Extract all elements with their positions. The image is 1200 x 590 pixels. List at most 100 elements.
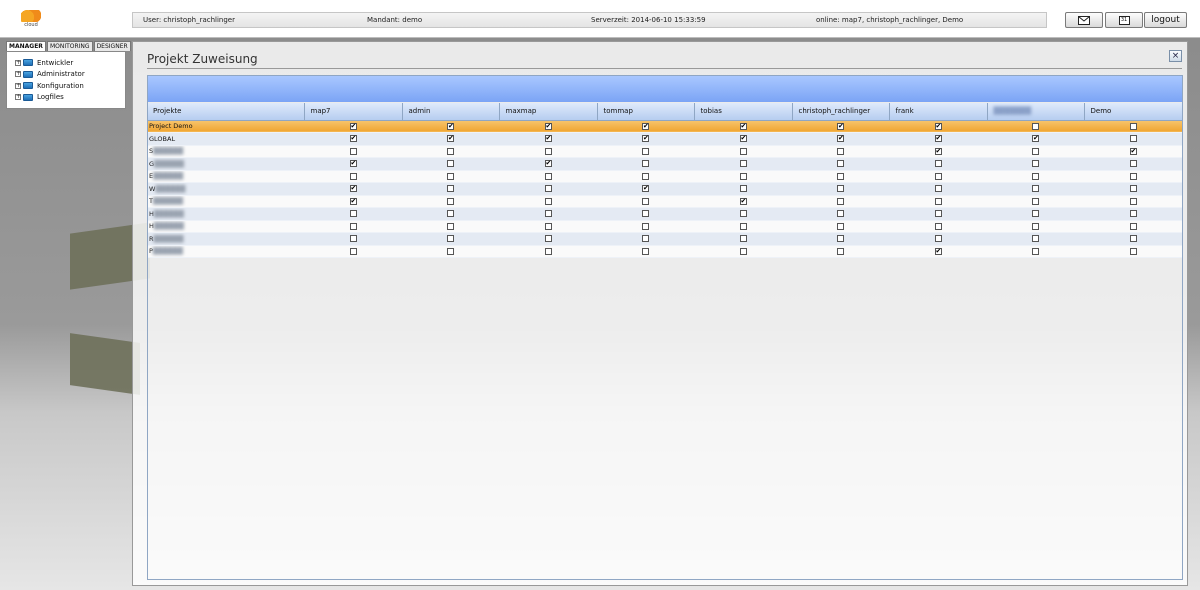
checkbox-unchecked[interactable] (837, 235, 844, 243)
checkbox-unchecked[interactable] (934, 185, 942, 193)
checkbox-unchecked[interactable] (447, 235, 454, 243)
checkbox-checked[interactable]: ✔ (544, 160, 552, 168)
mail-button[interactable] (1065, 12, 1103, 28)
checkbox-unchecked[interactable] (544, 222, 552, 230)
checkbox-unchecked[interactable] (349, 210, 357, 218)
expand-icon[interactable]: + (15, 71, 21, 78)
column-header-user[interactable]: Demo (1084, 103, 1183, 121)
column-header-user[interactable]: ███████ (987, 103, 1085, 121)
checkbox-checked[interactable]: ✔ (349, 197, 357, 205)
checkbox-unchecked[interactable] (1032, 210, 1039, 218)
checkbox-unchecked[interactable] (837, 160, 844, 168)
table-row[interactable]: T██████ ✔ ✔ (148, 195, 1182, 208)
table-row[interactable]: R██████ (148, 232, 1182, 246)
checkbox-checked[interactable]: ✔ (349, 122, 357, 130)
column-header-user[interactable]: maxmap (499, 103, 598, 121)
checkbox-checked[interactable]: ✔ (739, 197, 747, 205)
checkbox-unchecked[interactable] (642, 222, 649, 230)
checkbox-unchecked[interactable] (1032, 172, 1039, 180)
checkbox-unchecked[interactable] (1129, 210, 1137, 218)
table-row[interactable]: Project Demo ✔ ✔ ✔ ✔ ✔ ✔ ✔ (148, 120, 1182, 133)
table-row[interactable]: H██████ (148, 220, 1182, 233)
checkbox-unchecked[interactable] (349, 235, 357, 243)
column-header-user[interactable]: tommap (597, 103, 695, 121)
checkbox-unchecked[interactable] (447, 172, 454, 180)
checkbox-checked[interactable]: ✔ (642, 135, 649, 143)
tab-manager[interactable]: MANAGER (6, 41, 46, 51)
checkbox-unchecked[interactable] (1129, 172, 1137, 180)
tree-item-logfiles[interactable]: + Logfiles (15, 92, 125, 104)
checkbox-checked[interactable]: ✔ (934, 247, 942, 255)
checkbox-unchecked[interactable] (1032, 185, 1039, 193)
checkbox-unchecked[interactable] (447, 147, 454, 155)
table-row[interactable]: H██████ (148, 207, 1182, 221)
checkbox-unchecked[interactable] (642, 172, 649, 180)
checkbox-unchecked[interactable] (544, 147, 552, 155)
calendar-button[interactable]: 31 (1105, 12, 1143, 28)
column-header-user[interactable]: map7 (304, 103, 403, 121)
tree-item-entwickler[interactable]: + Entwickler (15, 57, 125, 69)
checkbox-unchecked[interactable] (837, 147, 844, 155)
table-row[interactable]: W██████ ✔ ✔ (148, 182, 1182, 196)
checkbox-unchecked[interactable] (447, 197, 454, 205)
checkbox-unchecked[interactable] (447, 247, 454, 255)
checkbox-unchecked[interactable] (739, 210, 747, 218)
checkbox-checked[interactable]: ✔ (544, 122, 552, 130)
checkbox-unchecked[interactable] (1129, 185, 1137, 193)
checkbox-unchecked[interactable] (447, 185, 454, 193)
checkbox-unchecked[interactable] (1032, 122, 1039, 130)
checkbox-unchecked[interactable] (447, 222, 454, 230)
checkbox-unchecked[interactable] (544, 210, 552, 218)
checkbox-unchecked[interactable] (447, 160, 454, 168)
checkbox-unchecked[interactable] (739, 160, 747, 168)
expand-icon[interactable]: + (15, 82, 21, 89)
checkbox-unchecked[interactable] (1032, 222, 1039, 230)
logout-button[interactable]: logout (1144, 12, 1187, 28)
checkbox-checked[interactable]: ✔ (739, 122, 747, 130)
table-row[interactable]: E██████ (148, 170, 1182, 183)
checkbox-checked[interactable]: ✔ (1129, 147, 1137, 155)
checkbox-unchecked[interactable] (739, 222, 747, 230)
checkbox-unchecked[interactable] (739, 235, 747, 243)
checkbox-checked[interactable]: ✔ (934, 122, 942, 130)
checkbox-unchecked[interactable] (447, 210, 454, 218)
checkbox-checked[interactable]: ✔ (349, 135, 357, 143)
checkbox-checked[interactable]: ✔ (447, 135, 454, 143)
checkbox-checked[interactable]: ✔ (447, 122, 454, 130)
checkbox-unchecked[interactable] (1129, 197, 1137, 205)
checkbox-unchecked[interactable] (934, 210, 942, 218)
checkbox-checked[interactable]: ✔ (837, 122, 844, 130)
checkbox-unchecked[interactable] (739, 247, 747, 255)
checkbox-unchecked[interactable] (837, 210, 844, 218)
checkbox-unchecked[interactable] (739, 185, 747, 193)
checkbox-unchecked[interactable] (349, 222, 357, 230)
checkbox-unchecked[interactable] (934, 160, 942, 168)
checkbox-unchecked[interactable] (1032, 147, 1039, 155)
expand-icon[interactable]: + (15, 59, 21, 66)
checkbox-unchecked[interactable] (837, 222, 844, 230)
checkbox-unchecked[interactable] (934, 235, 942, 243)
checkbox-unchecked[interactable] (544, 172, 552, 180)
checkbox-checked[interactable]: ✔ (1032, 135, 1039, 143)
checkbox-unchecked[interactable] (739, 147, 747, 155)
checkbox-checked[interactable]: ✔ (544, 135, 552, 143)
checkbox-unchecked[interactable] (642, 235, 649, 243)
checkbox-unchecked[interactable] (642, 197, 649, 205)
checkbox-unchecked[interactable] (1129, 235, 1137, 243)
checkbox-unchecked[interactable] (837, 247, 844, 255)
checkbox-unchecked[interactable] (1129, 160, 1137, 168)
column-header-user[interactable]: admin (402, 103, 500, 121)
table-row[interactable]: G██████ ✔ ✔ (148, 157, 1182, 171)
checkbox-unchecked[interactable] (349, 247, 357, 255)
checkbox-unchecked[interactable] (1129, 135, 1137, 143)
checkbox-unchecked[interactable] (642, 210, 649, 218)
table-row[interactable]: P██████ ✔ (148, 245, 1182, 258)
checkbox-checked[interactable]: ✔ (642, 185, 649, 193)
tab-designer[interactable]: DESIGNER (93, 41, 131, 51)
checkbox-checked[interactable]: ✔ (349, 185, 357, 193)
checkbox-unchecked[interactable] (1032, 247, 1039, 255)
checkbox-unchecked[interactable] (837, 185, 844, 193)
checkbox-unchecked[interactable] (1129, 247, 1137, 255)
checkbox-unchecked[interactable] (934, 222, 942, 230)
checkbox-unchecked[interactable] (837, 172, 844, 180)
